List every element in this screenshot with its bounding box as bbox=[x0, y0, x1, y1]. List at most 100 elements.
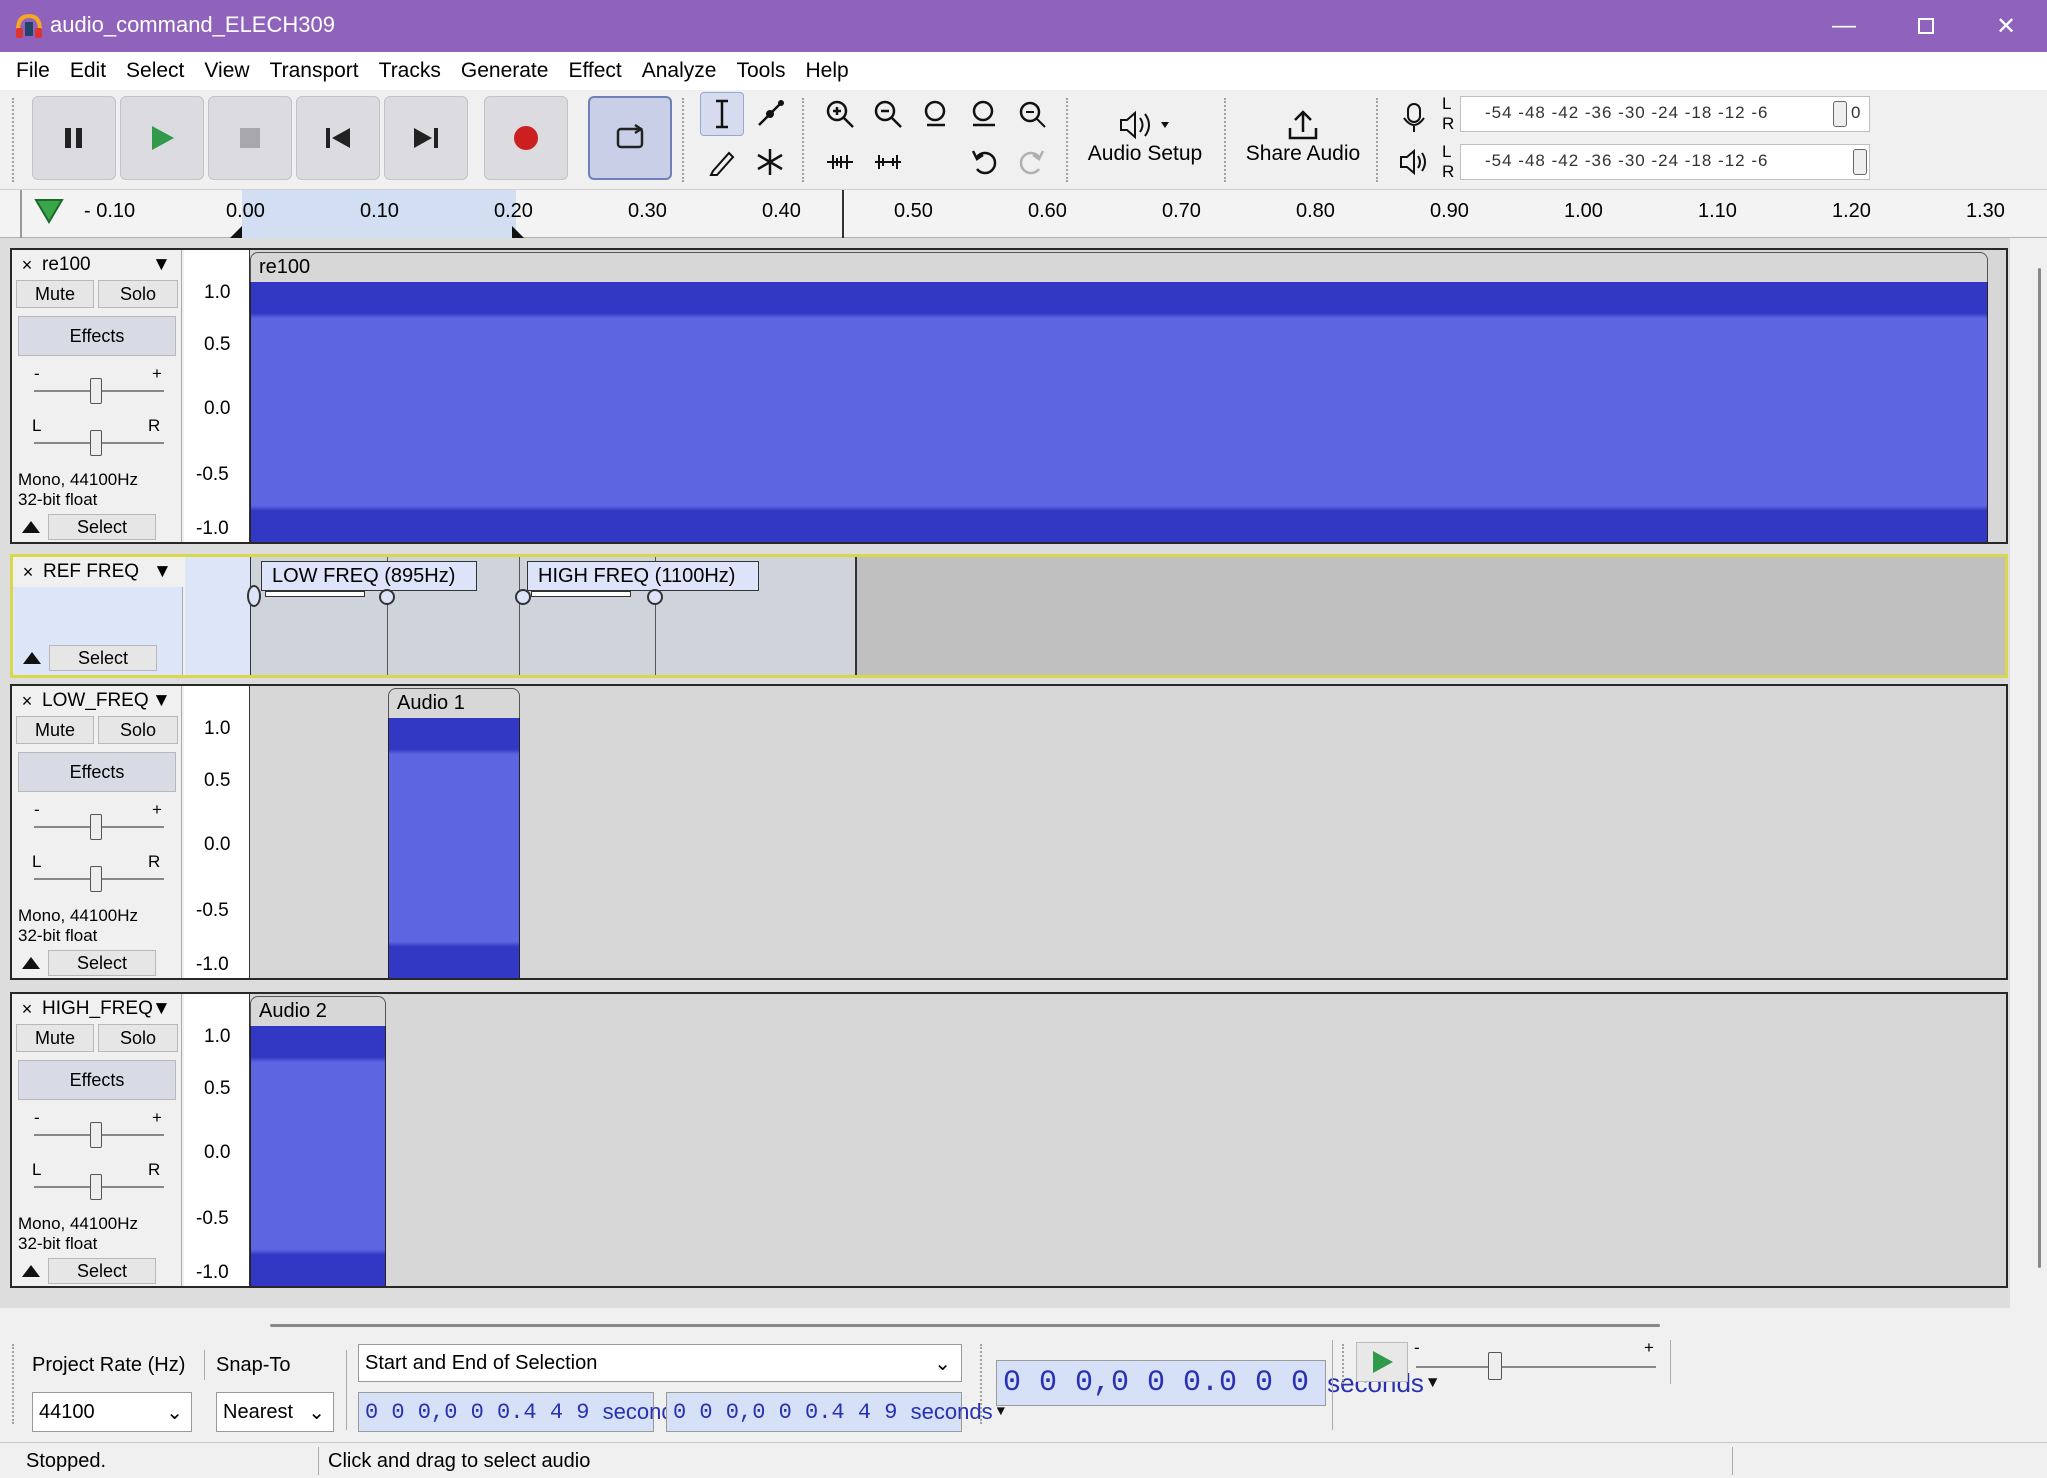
select-track-button[interactable]: Select bbox=[48, 950, 156, 976]
close-track-button[interactable]: × bbox=[13, 562, 43, 583]
menu-view[interactable]: View bbox=[194, 59, 259, 83]
play-at-speed-button[interactable] bbox=[1356, 1342, 1408, 1382]
horizontal-scrollbar-thumb[interactable] bbox=[270, 1324, 1660, 1327]
loop-button[interactable] bbox=[588, 96, 672, 180]
audio-track-low-freq[interactable]: × LOW_FREQ ▼ Mute Solo Effects - + L R Mon… bbox=[10, 684, 2008, 980]
menu-effect[interactable]: Effect bbox=[558, 59, 631, 83]
audio-setup-button[interactable]: Audio Setup bbox=[1080, 94, 1210, 180]
close-track-button[interactable]: × bbox=[12, 999, 42, 1020]
mute-button[interactable]: Mute bbox=[16, 716, 94, 744]
menu-file[interactable]: File bbox=[6, 59, 60, 83]
label-high-freq[interactable]: HIGH FREQ (1100Hz) bbox=[527, 561, 759, 591]
audio-track-re100[interactable]: × re100 ▼ Mute Solo Effects - + L R Mono, … bbox=[10, 248, 2008, 544]
audio-track-high-freq[interactable]: × HIGH_FREQ ▼ Mute Solo Effects - + L R Mo… bbox=[10, 992, 2008, 1288]
tracks-area[interactable]: × re100 ▼ Mute Solo Effects - + L R Mono, … bbox=[0, 238, 2010, 1308]
trim-audio-button[interactable] bbox=[818, 140, 862, 184]
close-window-button[interactable]: ✕ bbox=[1965, 0, 2047, 52]
waveform-area[interactable]: Audio 2 bbox=[250, 994, 2006, 1286]
label-handle-icon[interactable] bbox=[379, 589, 395, 605]
minimize-button[interactable]: — bbox=[1803, 0, 1885, 52]
pan-slider-thumb[interactable] bbox=[90, 866, 102, 892]
menu-transport[interactable]: Transport bbox=[260, 59, 369, 83]
selection-mode-select[interactable]: Start and End of Selection ⌄ bbox=[358, 1344, 962, 1382]
amplitude-scale[interactable]: 1.0 0.5 0.0 -0.5 -1.0 bbox=[184, 686, 250, 978]
gain-slider-thumb[interactable] bbox=[90, 814, 102, 840]
record-level-slider[interactable] bbox=[1833, 101, 1847, 127]
selection-start-time[interactable]: 0 0 0,0 0 0.4 4 9 seconds▼ bbox=[358, 1392, 697, 1432]
label-low-freq[interactable]: LOW FREQ (895Hz) bbox=[261, 561, 477, 591]
play-speed-slider[interactable] bbox=[1416, 1366, 1656, 1368]
selection-end-time[interactable]: 0 0 0,0 0 0.4 4 9 seconds ▼ bbox=[666, 1392, 1005, 1432]
solo-button[interactable]: Solo bbox=[98, 280, 178, 308]
mute-button[interactable]: Mute bbox=[16, 280, 94, 308]
collapse-track-button[interactable] bbox=[16, 1258, 46, 1284]
silence-audio-button[interactable] bbox=[866, 140, 910, 184]
label-handle-icon[interactable] bbox=[515, 589, 531, 605]
effects-button[interactable]: Effects bbox=[18, 1060, 176, 1100]
record-meter-button[interactable] bbox=[1394, 98, 1434, 138]
pause-button[interactable] bbox=[32, 96, 116, 180]
timeline-ruler[interactable]: - 0.10 0.00 0.10 0.20 0.30 0.40 0.50 0.6… bbox=[0, 190, 2047, 238]
effects-button[interactable]: Effects bbox=[18, 752, 176, 792]
pan-slider-thumb[interactable] bbox=[90, 1174, 102, 1200]
toolbar-grip[interactable] bbox=[12, 98, 18, 182]
redo-button[interactable] bbox=[1010, 140, 1054, 184]
selection-tool[interactable] bbox=[700, 92, 744, 136]
select-track-button[interactable]: Select bbox=[48, 514, 156, 540]
menu-tracks[interactable]: Tracks bbox=[369, 59, 451, 83]
track-menu-dropdown-icon[interactable]: ▼ bbox=[153, 561, 172, 583]
clip-waveform-audio-2[interactable] bbox=[250, 1026, 386, 1286]
zoom-out-button[interactable] bbox=[866, 92, 910, 136]
select-track-button[interactable]: Select bbox=[49, 645, 157, 671]
track-header[interactable]: × HIGH_FREQ ▼ bbox=[12, 994, 182, 1024]
share-audio-button[interactable]: Share Audio bbox=[1236, 94, 1370, 180]
zoom-toggle-button[interactable] bbox=[1010, 92, 1054, 136]
label-handle-icon[interactable] bbox=[247, 585, 261, 607]
close-track-button[interactable]: × bbox=[12, 255, 42, 276]
menu-analyze[interactable]: Analyze bbox=[632, 59, 727, 83]
menu-edit[interactable]: Edit bbox=[60, 59, 116, 83]
vertical-scrollbar[interactable] bbox=[2010, 238, 2047, 1308]
effects-button[interactable]: Effects bbox=[18, 316, 176, 356]
vertical-scrollbar-thumb[interactable] bbox=[2038, 268, 2041, 1268]
track-menu-dropdown-icon[interactable]: ▼ bbox=[152, 998, 171, 1020]
stop-button[interactable] bbox=[208, 96, 292, 180]
playback-meter-button[interactable] bbox=[1394, 142, 1434, 182]
close-track-button[interactable]: × bbox=[12, 691, 42, 712]
skip-to-end-button[interactable] bbox=[384, 96, 468, 180]
track-header[interactable]: × REF FREQ ▼ bbox=[13, 557, 183, 587]
waveform-area[interactable]: re100 bbox=[250, 250, 2006, 542]
maximize-button[interactable] bbox=[1885, 0, 1967, 52]
collapse-track-button[interactable] bbox=[17, 645, 47, 671]
playback-level-slider[interactable] bbox=[1853, 149, 1867, 175]
zoom-in-button[interactable] bbox=[818, 92, 862, 136]
skip-to-start-button[interactable] bbox=[296, 96, 380, 180]
track-header[interactable]: × re100 ▼ bbox=[12, 250, 182, 280]
selection-end-marker-icon[interactable] bbox=[510, 224, 524, 238]
playback-meter[interactable]: -54 -48 -42 -36 -30 -24 -18 -12 -6 bbox=[1460, 144, 1870, 180]
track-menu-dropdown-icon[interactable]: ▼ bbox=[152, 254, 171, 276]
solo-button[interactable]: Solo bbox=[98, 716, 178, 744]
clip-waveform-re100[interactable] bbox=[250, 282, 1988, 542]
collapse-track-button[interactable] bbox=[16, 514, 46, 540]
clip-title-re100[interactable]: re100 bbox=[250, 252, 1988, 282]
gain-slider-thumb[interactable] bbox=[90, 378, 102, 404]
horizontal-scrollbar[interactable] bbox=[0, 1308, 2047, 1330]
amplitude-scale[interactable]: 1.0 0.5 0.0 -0.5 -1.0 bbox=[184, 994, 250, 1286]
track-menu-dropdown-icon[interactable]: ▼ bbox=[152, 690, 171, 712]
fit-selection-button[interactable] bbox=[914, 92, 958, 136]
play-speed-slider-thumb[interactable] bbox=[1488, 1352, 1502, 1380]
label-handle-icon[interactable] bbox=[647, 589, 663, 605]
selection-start-marker-icon[interactable] bbox=[230, 224, 244, 238]
menu-tools[interactable]: Tools bbox=[726, 59, 795, 83]
clip-waveform-audio-1[interactable] bbox=[388, 718, 520, 978]
menu-select[interactable]: Select bbox=[116, 59, 194, 83]
multi-tool[interactable] bbox=[748, 140, 792, 184]
play-button[interactable] bbox=[120, 96, 204, 180]
project-rate-select[interactable]: 44100 ⌄ bbox=[32, 1392, 192, 1432]
collapse-track-button[interactable] bbox=[16, 950, 46, 976]
gain-slider-thumb[interactable] bbox=[90, 1122, 102, 1148]
snap-to-select[interactable]: Nearest ⌄ bbox=[216, 1392, 334, 1432]
time-display[interactable]: 0 0 0,0 0 0.0 0 0 seconds ▼ bbox=[996, 1360, 1438, 1406]
track-header[interactable]: × LOW_FREQ ▼ bbox=[12, 686, 182, 716]
